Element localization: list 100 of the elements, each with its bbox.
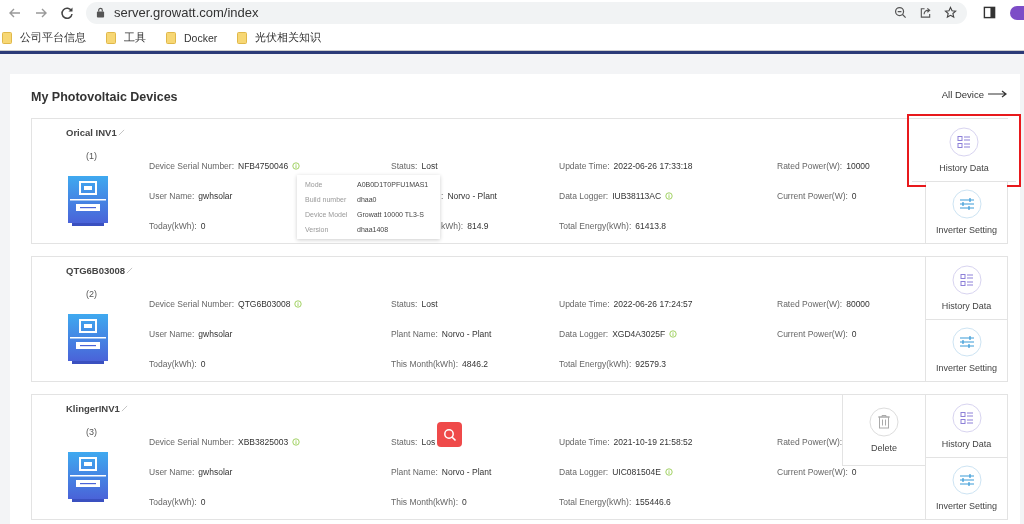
field-value: 0 (200, 221, 206, 231)
field-value: 0 (462, 497, 467, 507)
search-icon (442, 427, 457, 442)
field-label: Update Time: (559, 299, 610, 309)
field-value: gwhsolar (198, 329, 233, 339)
all-device-link[interactable]: All Device (941, 88, 1008, 100)
info-icon[interactable] (664, 468, 673, 476)
field-value: 80000 (846, 299, 870, 309)
field-value: 0 (200, 497, 206, 507)
field-value: 2021-10-19 21:58:52 (613, 437, 693, 447)
lock-icon (96, 7, 105, 18)
field-label: kWh): (441, 221, 464, 231)
delete-button[interactable]: Delete (842, 394, 926, 466)
field-label: Current Power(W): (777, 467, 848, 477)
field-label: Data Logger: (559, 467, 609, 477)
info-icon[interactable] (292, 162, 301, 170)
device-index: (2) (86, 289, 97, 299)
field-label: Device Serial Number: (149, 437, 235, 447)
field-value: NFB4750046 (238, 161, 289, 171)
arrow-right-icon (988, 90, 1008, 98)
folder-icon (2, 31, 12, 44)
zoom-out-icon[interactable] (894, 6, 907, 19)
device-name: Orical INV1 (66, 127, 117, 138)
folder-icon (106, 31, 116, 44)
field-value: 814.9 (467, 221, 489, 231)
trash-icon (869, 407, 899, 437)
field-label: User Name: (149, 329, 195, 339)
field-label: Today(kWh): (149, 359, 197, 369)
field-label: Update Time: (559, 437, 610, 447)
field-value: XGD4A3025F (612, 329, 666, 339)
field-value: 0 (851, 191, 857, 201)
field-label: Rated Power(W): (777, 437, 843, 447)
field-label: Current Power(W): (777, 329, 848, 339)
list-icon (949, 126, 979, 157)
field-value: 0 (851, 329, 857, 339)
field-label: Total Energy(kWh): (559, 221, 632, 231)
edit-icon[interactable] (120, 405, 128, 412)
info-icon[interactable] (294, 300, 303, 308)
field-label: Today(kWh): (149, 497, 197, 507)
field-value: XBB3825003 (238, 437, 289, 447)
field-label: User Name: (149, 467, 195, 477)
field-value: IUB38113AC (612, 191, 662, 201)
field-value: 2022-06-26 17:24:57 (613, 299, 693, 309)
field-label: Total Energy(kWh): (559, 359, 632, 369)
inverter-icon (68, 452, 108, 502)
field-value: Norvo - Plant (441, 329, 492, 339)
sliders-icon (951, 327, 982, 358)
field-value: Norvo - Plant (441, 467, 492, 477)
bookmark[interactable]: Docker (166, 31, 218, 44)
field-label: Status: (391, 161, 418, 171)
field-value: 4846.2 (462, 359, 489, 369)
field-label: Device Serial Number: (149, 299, 235, 309)
info-icon[interactable] (669, 330, 678, 338)
field-label: Total Energy(kWh): (559, 497, 632, 507)
list-icon (951, 264, 982, 295)
sliders-icon (951, 465, 982, 496)
field-label: Rated Power(W): (777, 161, 843, 171)
edit-icon[interactable] (126, 267, 134, 274)
folder-icon (237, 31, 248, 44)
sidebar-icon[interactable] (983, 6, 996, 19)
field-value: QTG6B03008 (238, 299, 291, 309)
field-value: UIC081504E (612, 467, 661, 477)
bookmark[interactable]: 工具 (106, 30, 146, 45)
profile-avatar[interactable] (1010, 5, 1024, 20)
field-value: 10000 (846, 161, 870, 171)
field-value: 0 (851, 467, 857, 477)
field-value: gwhsolar (198, 191, 233, 201)
field-label: This Month(kWh): (391, 497, 459, 507)
field-label: Rated Power(W): (777, 299, 843, 309)
field-label: Data Logger: (559, 191, 609, 201)
field-label: This Month(kWh): (391, 359, 459, 369)
bookmark[interactable]: 光伏相关知识 (237, 30, 322, 45)
inverter-icon (68, 176, 108, 226)
info-icon[interactable] (292, 438, 301, 446)
device-name: KlingerINV1 (66, 403, 120, 414)
edit-icon[interactable] (117, 129, 125, 136)
field-label: Today(kWh): (149, 221, 197, 231)
search-button[interactable] (437, 422, 462, 447)
bookmark[interactable]: 公司平台信息 (2, 30, 86, 45)
address-bar[interactable]: server.growatt.com/index (86, 1, 967, 24)
field-value: 92579.3 (635, 359, 666, 369)
field-value: 0 (200, 359, 206, 369)
sliders-icon (951, 189, 982, 220)
device-name: QTG6B03008 (66, 265, 126, 276)
field-label: Update Time: (559, 161, 610, 171)
field-label: : (441, 191, 444, 201)
device-index: (1) (86, 151, 97, 161)
field-value: Los (421, 437, 436, 447)
field-label: Plant Name: (391, 467, 438, 477)
inverter-icon (68, 314, 108, 364)
reload-icon[interactable] (60, 5, 74, 20)
info-icon[interactable] (665, 192, 674, 200)
field-label: User Name: (149, 191, 195, 201)
field-label: Plant Name: (391, 329, 438, 339)
folder-icon (166, 31, 176, 44)
field-value: Norvo - Plant (447, 191, 497, 201)
star-icon[interactable] (944, 6, 957, 19)
field-label: Current Power(W): (777, 191, 848, 201)
field-value: gwhsolar (198, 467, 233, 477)
share-icon[interactable] (919, 6, 932, 19)
